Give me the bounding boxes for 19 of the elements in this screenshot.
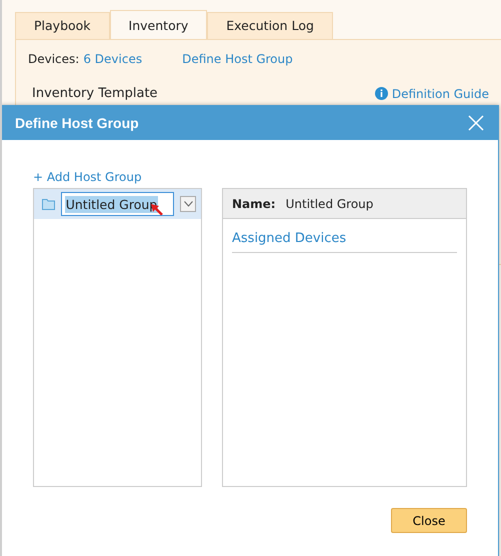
define-host-group-link[interactable]: Define Host Group: [182, 52, 293, 66]
tab[interactable]: Inventory: [110, 10, 208, 39]
close-button[interactable]: Close: [391, 508, 467, 533]
devices-link[interactable]: 6 Devices: [83, 52, 142, 66]
name-value: Untitled Group: [286, 196, 374, 210]
add-host-group-link[interactable]: + Add Host Group: [33, 170, 142, 184]
section-title: Inventory Template: [32, 86, 158, 101]
tab[interactable]: Execution Log: [207, 12, 333, 39]
chevron-down-icon: [184, 201, 193, 207]
assigned-devices-link[interactable]: Assigned Devices: [232, 231, 346, 246]
dropdown-button[interactable]: [180, 196, 196, 212]
info-icon: [374, 87, 388, 100]
devices-label: Devices:: [28, 52, 80, 66]
close-icon[interactable]: [468, 115, 484, 131]
dialog-title: Define Host Group: [15, 115, 139, 131]
name-label: Name:: [232, 196, 276, 210]
folder-icon: [42, 198, 55, 210]
definition-guide-link[interactable]: Definition Guide: [392, 86, 489, 100]
tab[interactable]: Playbook: [15, 12, 110, 39]
